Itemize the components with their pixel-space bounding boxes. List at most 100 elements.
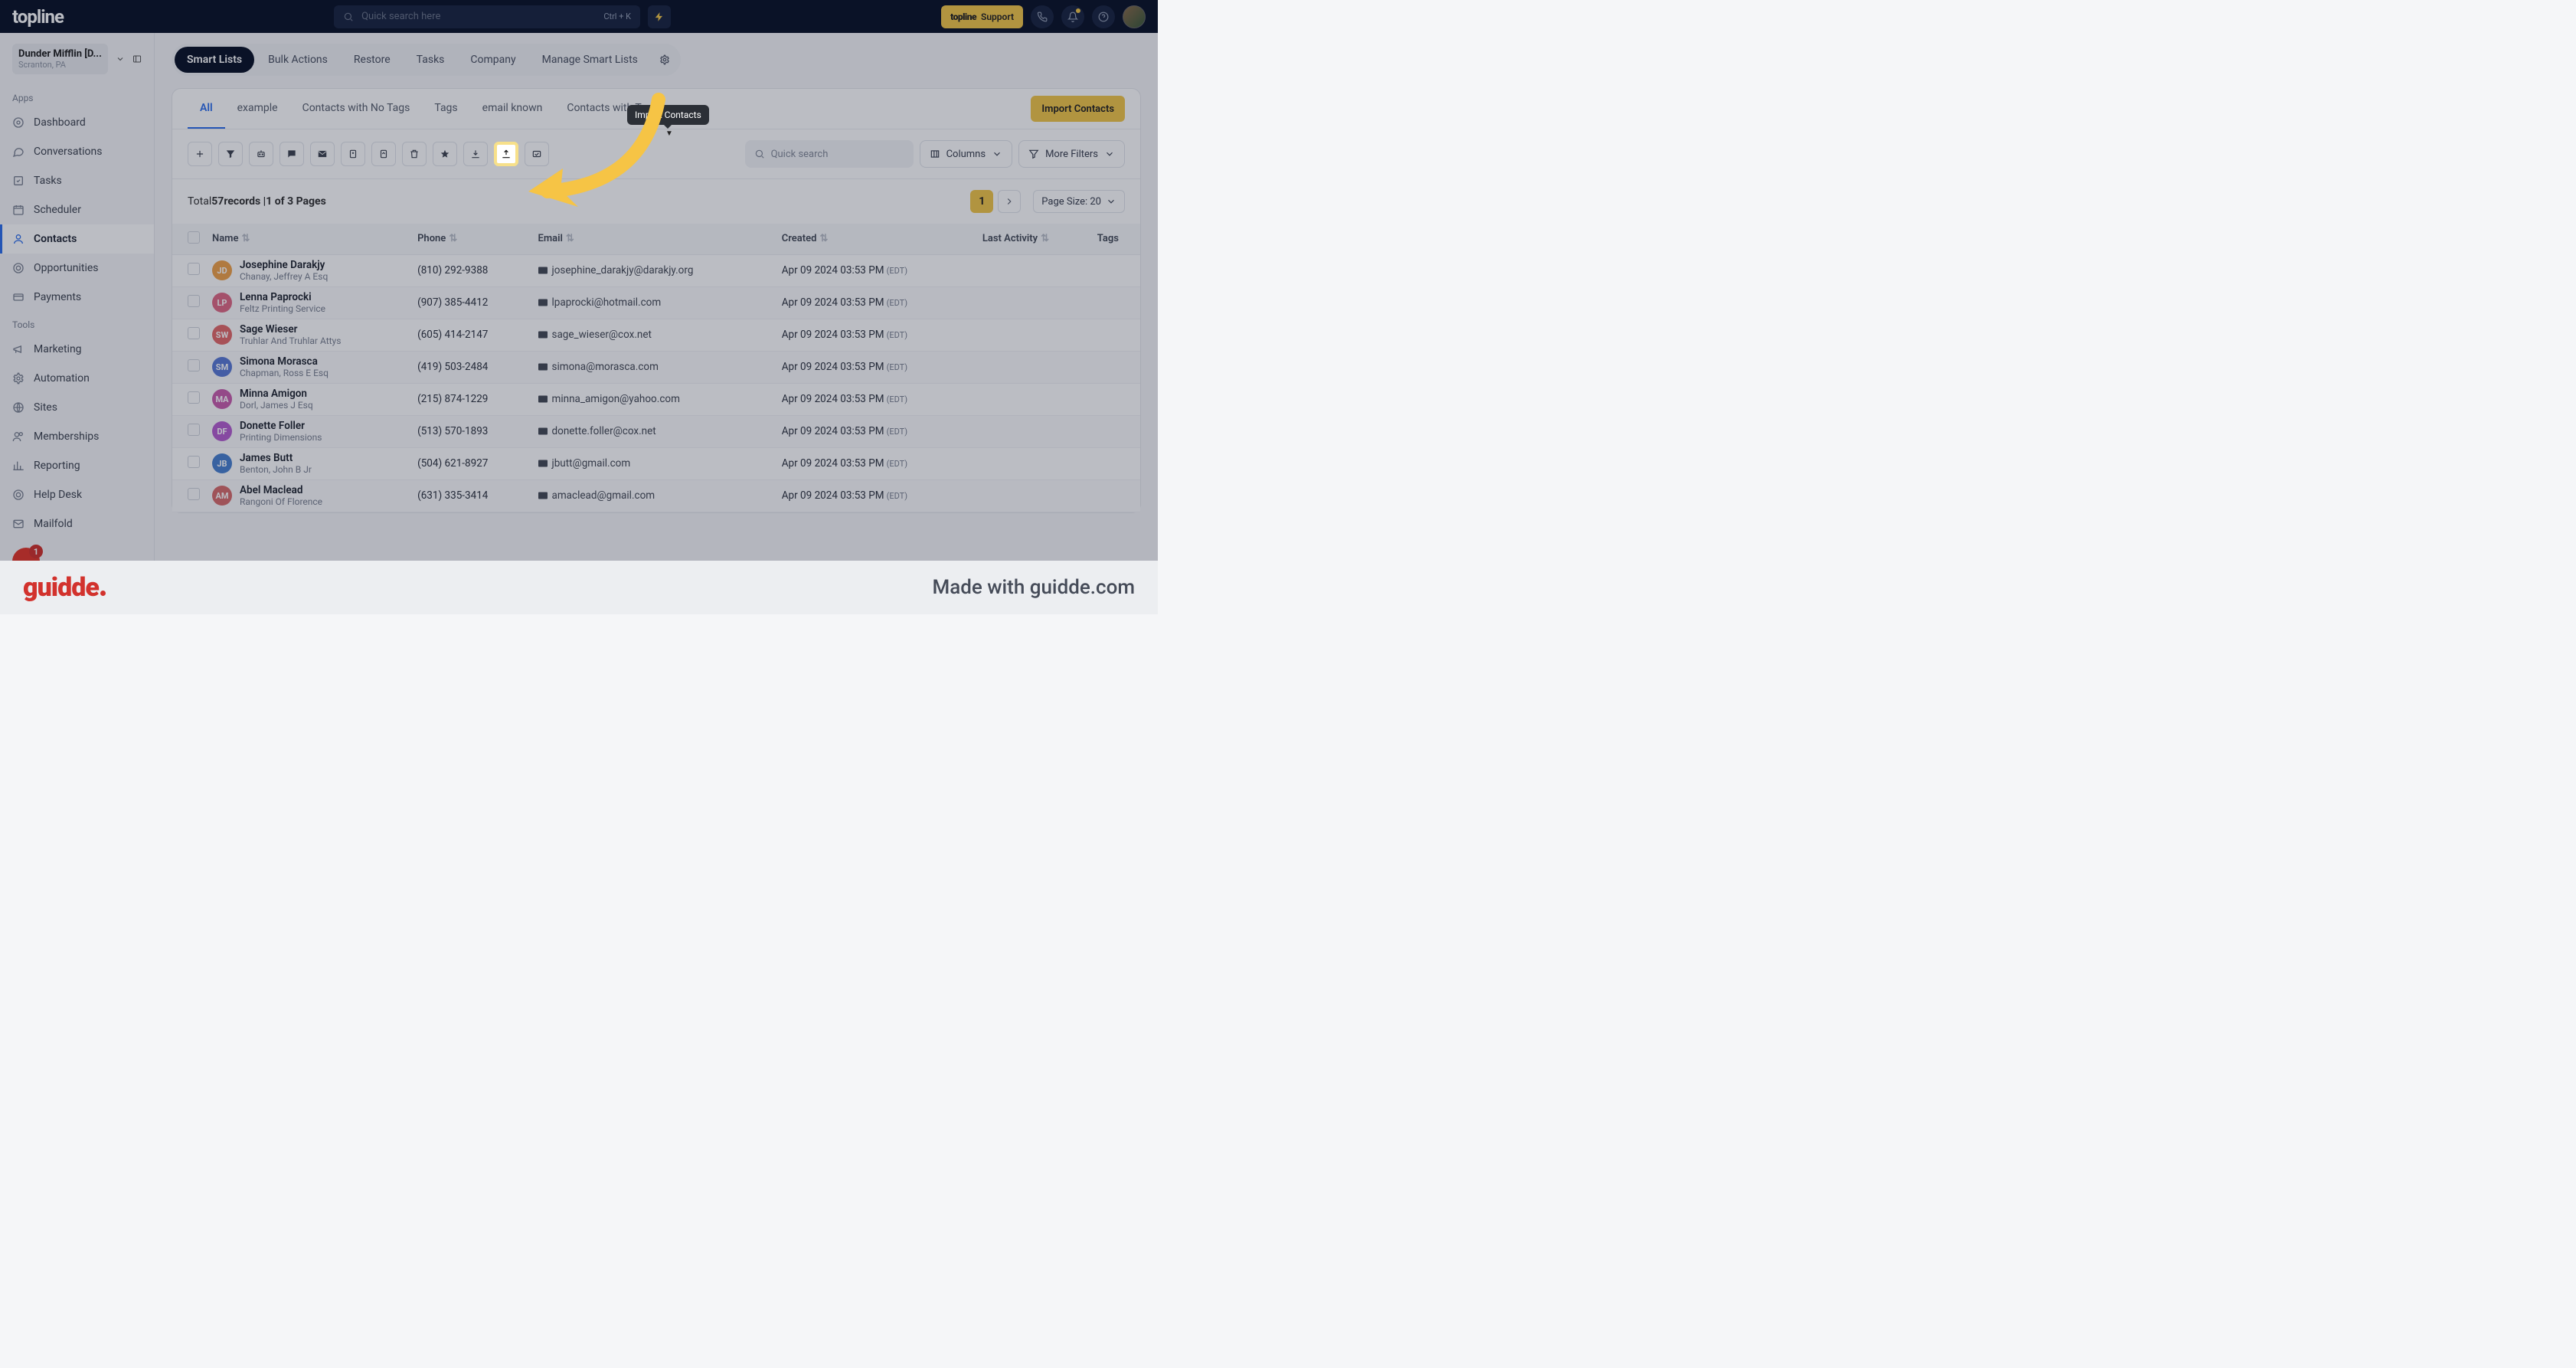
select-all-checkbox[interactable]	[188, 231, 200, 244]
topnav-smart-lists[interactable]: Smart Lists	[175, 47, 254, 73]
row-checkbox[interactable]	[188, 424, 200, 436]
tags-cell	[1091, 254, 1140, 286]
avatar: JD	[212, 260, 232, 280]
table-row[interactable]: JBJames ButtBenton, John B Jr(504) 621-8…	[172, 447, 1140, 479]
nav-mailfold[interactable]: Mailfold	[0, 509, 154, 538]
col-name[interactable]: Name⇅	[206, 224, 411, 254]
contact-company: Chapman, Ross E Esq	[240, 368, 329, 378]
quick-actions-button[interactable]	[648, 5, 671, 28]
topnav-company[interactable]: Company	[458, 47, 528, 73]
notifications-button[interactable]	[1061, 5, 1084, 28]
more-filters-button[interactable]: More Filters	[1018, 140, 1125, 168]
tab-tags[interactable]: Tags	[422, 89, 469, 129]
tab-email-known[interactable]: email known	[470, 89, 555, 129]
contact-name: Lenna Paprocki	[240, 291, 325, 303]
nav-helpdesk[interactable]: Help Desk	[0, 480, 154, 509]
tab-all[interactable]: All	[188, 89, 225, 129]
nav-sites[interactable]: Sites	[0, 393, 154, 422]
topnav-manage-smart-lists[interactable]: Manage Smart Lists	[530, 47, 650, 73]
merge-button[interactable]	[525, 142, 549, 166]
row-checkbox[interactable]	[188, 327, 200, 339]
avatar: LP	[212, 293, 232, 313]
table-row[interactable]: LPLenna PaprockiFeltz Printing Service(9…	[172, 286, 1140, 319]
nav-dashboard[interactable]: Dashboard	[0, 108, 154, 137]
star-button[interactable]	[433, 142, 457, 166]
nav-conversations[interactable]: Conversations	[0, 137, 154, 166]
lifebuoy-icon	[12, 489, 25, 501]
nav-automation[interactable]: Automation	[0, 364, 154, 393]
tenant-switcher[interactable]: Dunder Mifflin [D... Scranton, PA	[12, 44, 108, 74]
import-button[interactable]	[494, 142, 518, 166]
nav-opportunities[interactable]: Opportunities	[0, 254, 154, 283]
tenant-name: Dunder Mifflin [D...	[18, 48, 102, 60]
filter-button[interactable]	[218, 142, 243, 166]
delete-button[interactable]	[402, 142, 427, 166]
nav-marketing[interactable]: Marketing	[0, 335, 154, 364]
export-button[interactable]	[463, 142, 488, 166]
row-checkbox[interactable]	[188, 359, 200, 371]
record-count: 57	[211, 195, 224, 208]
gear-icon	[659, 54, 670, 65]
sms-button[interactable]	[280, 142, 304, 166]
panel-toggle-icon[interactable]	[132, 54, 142, 64]
row-checkbox[interactable]	[188, 488, 200, 500]
add-to-pipeline-button[interactable]	[371, 142, 396, 166]
nav-label: Scheduler	[34, 204, 81, 216]
col-email[interactable]: Email⇅	[532, 224, 776, 254]
sort-icon: ⇅	[819, 233, 828, 244]
chevron-down-icon[interactable]	[116, 54, 125, 64]
page-size-select[interactable]: Page Size: 20	[1033, 190, 1125, 213]
col-tags[interactable]: Tags	[1091, 224, 1140, 254]
nav-contacts[interactable]: Contacts	[0, 224, 154, 254]
col-created[interactable]: Created⇅	[776, 224, 976, 254]
robot-button[interactable]	[249, 142, 273, 166]
robot-icon	[256, 149, 266, 159]
col-phone[interactable]: Phone⇅	[411, 224, 531, 254]
import-contacts-button[interactable]: Import Contacts	[1031, 96, 1125, 122]
row-checkbox[interactable]	[188, 391, 200, 404]
row-checkbox[interactable]	[188, 263, 200, 275]
nav-memberships[interactable]: Memberships	[0, 422, 154, 451]
section-tools: Tools	[0, 312, 154, 335]
row-checkbox[interactable]	[188, 295, 200, 307]
table-row[interactable]: SWSage WieserTruhlar And Truhlar Attys(6…	[172, 319, 1140, 351]
tab-no-tags[interactable]: Contacts with No Tags	[290, 89, 423, 129]
row-checkbox[interactable]	[188, 456, 200, 468]
table-row[interactable]: AMAbel MacleadRangoni Of Florence(631) 3…	[172, 479, 1140, 512]
table-row[interactable]: MAMinna AmigonDorl, James J Esq(215) 874…	[172, 383, 1140, 415]
table-row[interactable]: JDJosephine DarakjyChanay, Jeffrey A Esq…	[172, 254, 1140, 286]
nav-label: Opportunities	[34, 262, 99, 274]
nav-scheduler[interactable]: Scheduler	[0, 195, 154, 224]
user-avatar[interactable]	[1123, 5, 1146, 28]
created-cell: Apr 09 2024 03:53 PM(EDT)	[776, 383, 976, 415]
created-cell: Apr 09 2024 03:53 PM(EDT)	[776, 447, 976, 479]
funnel-icon	[225, 149, 236, 159]
search-kbd: Ctrl + K	[603, 11, 631, 21]
support-button[interactable]: topline Support	[941, 5, 1023, 28]
made-with: Made with guidde.com	[932, 576, 1135, 599]
quick-search[interactable]: Quick search	[745, 140, 914, 168]
phone-button[interactable]	[1031, 5, 1054, 28]
tab-example[interactable]: example	[225, 89, 290, 129]
nav-label: Contacts	[34, 233, 77, 245]
nav-payments[interactable]: Payments	[0, 283, 154, 312]
page-1[interactable]: 1	[970, 190, 993, 213]
topnav-tasks[interactable]: Tasks	[404, 47, 457, 73]
add-button[interactable]	[188, 142, 212, 166]
nav-tasks[interactable]: Tasks	[0, 166, 154, 195]
columns-button[interactable]: Columns	[920, 140, 1013, 168]
table-row[interactable]: SMSimona MorascaChapman, Ross E Esq(419)…	[172, 351, 1140, 383]
topnav-restore[interactable]: Restore	[342, 47, 403, 73]
table-row[interactable]: DFDonette FollerPrinting Dimensions(513)…	[172, 415, 1140, 447]
email-button[interactable]	[310, 142, 335, 166]
topnav-settings[interactable]	[652, 47, 678, 73]
contact-company: Truhlar And Truhlar Attys	[240, 335, 341, 346]
topnav-bulk-actions[interactable]: Bulk Actions	[256, 47, 340, 73]
global-search[interactable]: Quick search here Ctrl + K	[334, 5, 640, 28]
add-to-campaign-button[interactable]	[341, 142, 365, 166]
col-last-activity[interactable]: Last Activity⇅	[976, 224, 1091, 254]
support-brand: topline	[950, 11, 976, 22]
help-button[interactable]	[1092, 5, 1115, 28]
nav-reporting[interactable]: Reporting	[0, 451, 154, 480]
page-next[interactable]	[998, 190, 1021, 213]
